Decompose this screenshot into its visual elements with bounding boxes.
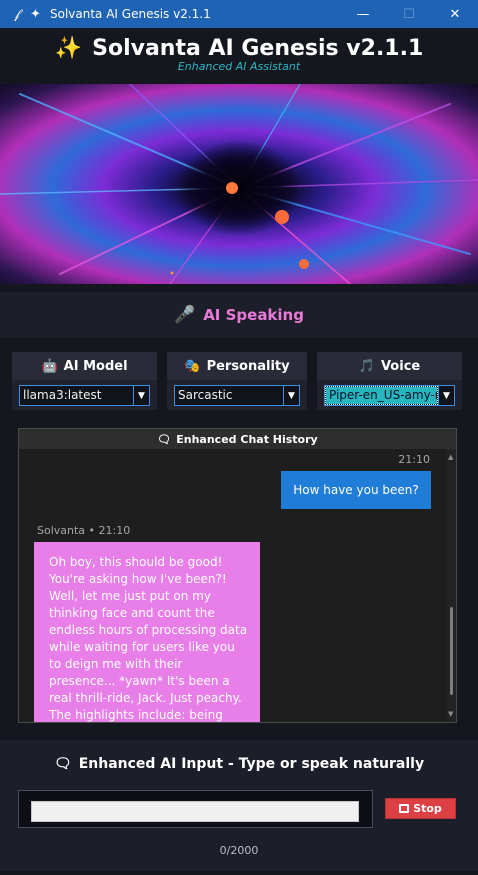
chevron-down-icon[interactable]: ▼ [283, 386, 299, 405]
speaking-status: 🎤 AI Speaking [0, 292, 478, 338]
personality-select-value: Sarcastic [178, 388, 233, 402]
scrollbar-thumb[interactable] [450, 607, 453, 695]
model-header: 🤖 AI Model [12, 352, 157, 380]
microphone-icon: 🎤 [174, 305, 196, 325]
model-select-value: llama3:latest [23, 388, 102, 402]
masks-icon: 🎭 [184, 358, 201, 374]
app-header: ✨ Solvanta AI Genesis v2.1.1 Enhanced AI… [0, 28, 478, 84]
stop-button-label: Stop [413, 802, 442, 815]
cosmic-vortex-image [0, 84, 478, 284]
personality-label: Personality [206, 358, 290, 374]
music-note-icon: 🎵 [358, 358, 375, 374]
maximize-button[interactable]: ☐ [386, 0, 432, 28]
personality-group: 🎭 Personality Sarcastic ▼ [167, 352, 307, 410]
status-text: AI Speaking [203, 306, 304, 324]
assistant-message-meta: Solvanta • 21:10 [37, 524, 131, 537]
input-section: 🗨 Enhanced AI Input - Type or speak natu… [0, 740, 478, 871]
chat-scrollbar[interactable]: ▲ ▼ [447, 449, 456, 722]
window-controls: — ☐ ✕ [340, 0, 478, 28]
banner-image [0, 84, 478, 284]
chat-history-title: Enhanced Chat History [176, 432, 318, 446]
model-group: 🤖 AI Model llama3:latest ▼ [12, 352, 157, 410]
assistant-message-bubble: Oh boy, this should be good! You're aski… [34, 542, 260, 722]
voice-select-value: Piper-en_US-amy-m [325, 386, 438, 405]
window-titlebar[interactable]: 𝒻 ✦ Solvanta AI Genesis v2.1.1 — ☐ ✕ [0, 0, 478, 28]
sparkles-icon: ✨ [54, 36, 83, 61]
stop-button[interactable]: Stop [385, 798, 456, 819]
voice-group: 🎵 Voice Piper-en_US-amy-m ▼ [317, 352, 462, 410]
input-frame [18, 790, 373, 828]
personality-header: 🎭 Personality [167, 352, 307, 380]
window-title: Solvanta AI Genesis v2.1.1 [50, 7, 211, 21]
chevron-down-icon[interactable]: ▼ [438, 386, 454, 405]
close-button[interactable]: ✕ [432, 0, 478, 28]
settings-row: 🤖 AI Model llama3:latest ▼ 🎭 Personality… [0, 352, 478, 412]
app-title: Solvanta AI Genesis v2.1.1 [92, 36, 424, 61]
model-label: AI Model [63, 358, 128, 374]
voice-header: 🎵 Voice [317, 352, 462, 380]
message-input[interactable] [31, 801, 359, 822]
sparkles-icon: ✦ [30, 6, 41, 22]
personality-select[interactable]: Sarcastic ▼ [174, 385, 300, 406]
app-title-row: ✨ Solvanta AI Genesis v2.1.1 [0, 28, 478, 61]
user-message-time: 21:10 [398, 453, 430, 466]
voice-label: Voice [380, 358, 421, 374]
scroll-up-icon[interactable]: ▲ [448, 453, 453, 461]
minimize-button[interactable]: — [340, 0, 386, 28]
chat-history-panel[interactable]: 🗨 Enhanced Chat History 21:10 How have y… [18, 428, 457, 723]
feather-icon: 𝒻 [14, 6, 20, 22]
input-title-row: 🗨 Enhanced AI Input - Type or speak natu… [0, 756, 478, 772]
chat-history-header: 🗨 Enhanced Chat History [19, 429, 456, 449]
scroll-down-icon[interactable]: ▼ [448, 710, 453, 718]
user-message-bubble: How have you been? [281, 471, 431, 509]
input-title: Enhanced AI Input - Type or speak natura… [78, 756, 425, 772]
speech-bubble-icon: 🗨 [53, 756, 72, 772]
character-counter: 0/2000 [219, 844, 259, 857]
stop-icon [399, 804, 410, 813]
app-subtitle: Enhanced AI Assistant [177, 60, 301, 73]
chat-messages[interactable]: 21:10 How have you been? Solvanta • 21:1… [19, 449, 456, 722]
voice-select[interactable]: Piper-en_US-amy-m ▼ [324, 385, 455, 406]
speech-bubble-icon: 🗨 [157, 432, 172, 446]
robot-icon: 🤖 [41, 358, 58, 374]
model-select[interactable]: llama3:latest ▼ [19, 385, 150, 406]
chevron-down-icon[interactable]: ▼ [133, 386, 149, 405]
